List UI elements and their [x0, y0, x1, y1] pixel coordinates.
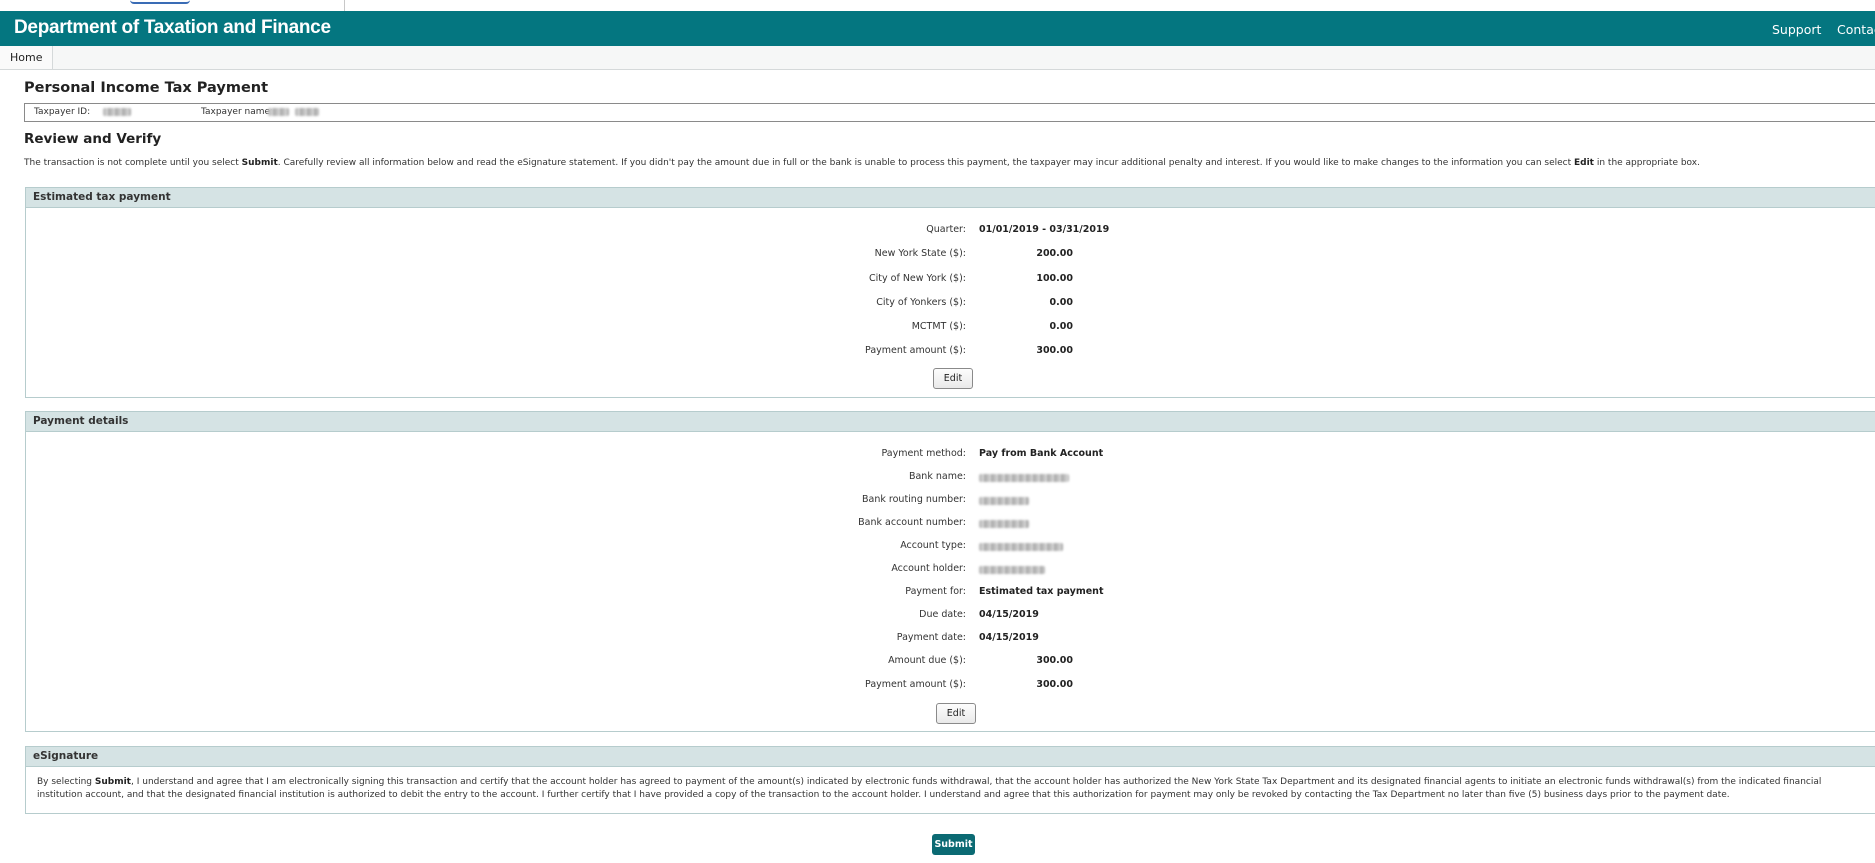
- esignature-panel: eSignature By selecting Submit, I unders…: [25, 746, 1875, 814]
- payment-method-row: Payment method: Pay from Bank Account: [26, 448, 1875, 462]
- bank-name-label: Bank name:: [908, 471, 966, 482]
- nyc-label: City of New York ($):: [869, 273, 966, 284]
- routing-label: Bank routing number:: [862, 494, 966, 505]
- amount-due-row: Amount due ($): 300.00: [26, 655, 1875, 669]
- account-number-row: Bank account number:: [26, 517, 1875, 531]
- payment-for-label: Payment for:: [905, 586, 966, 597]
- yonkers-label: City of Yonkers ($):: [876, 297, 966, 308]
- review-text-edit: Edit: [1574, 158, 1594, 168]
- account-holder-redacted: [979, 566, 1045, 574]
- bank-name-row: Bank name:: [26, 471, 1875, 485]
- esignature-statement: By selecting Submit, I understand and ag…: [26, 767, 1875, 802]
- strip-divider: [344, 0, 345, 11]
- payment-date-label: Payment date:: [896, 632, 966, 643]
- site-header: Department of Taxation and Finance Suppo…: [0, 11, 1875, 46]
- account-number-label: Bank account number:: [858, 517, 966, 528]
- due-date-value: 04/15/2019: [979, 609, 1039, 620]
- estimated-tax-header: Estimated tax payment: [26, 188, 1875, 208]
- estimated-amount-row: Payment amount ($): 300.00: [26, 345, 1875, 359]
- payment-amount-row: Payment amount ($): 300.00: [26, 679, 1875, 693]
- quarter-value: 01/01/2019 - 03/31/2019: [979, 224, 1110, 235]
- nys-row: New York State ($): 200.00: [26, 248, 1875, 262]
- yonkers-value: 0.00: [1049, 297, 1073, 308]
- payment-details-panel: Payment details Payment method: Pay from…: [25, 411, 1875, 732]
- payment-for-value: Estimated tax payment: [979, 586, 1104, 597]
- review-verify-heading: Review and Verify: [24, 131, 162, 147]
- bank-name-redacted: [979, 474, 1069, 482]
- due-date-row: Due date: 04/15/2019: [26, 609, 1875, 623]
- review-text-part3: in the appropriate box.: [1593, 158, 1700, 168]
- payment-date-row: Payment date: 04/15/2019: [26, 632, 1875, 646]
- review-text-submit: Submit: [241, 158, 278, 168]
- estimated-amount-label: Payment amount ($):: [865, 345, 966, 356]
- payment-method-value: Pay from Bank Account: [979, 448, 1104, 459]
- estimated-tax-panel: Estimated tax payment Quarter: 01/01/201…: [25, 187, 1875, 398]
- routing-row: Bank routing number:: [26, 494, 1875, 508]
- review-text-part1: The transaction is not complete until yo…: [24, 158, 242, 168]
- amount-due-label: Amount due ($):: [888, 655, 966, 666]
- quarter-label: Quarter:: [926, 224, 966, 235]
- taxpayer-id-redacted: [103, 108, 131, 116]
- submit-button[interactable]: Submit: [932, 834, 975, 855]
- payment-details-header: Payment details: [26, 412, 1875, 432]
- account-type-row: Account type:: [26, 540, 1875, 554]
- edit-estimated-button[interactable]: Edit: [933, 368, 973, 389]
- site-title: Department of Taxation and Finance: [14, 17, 331, 38]
- taxpayer-info-bar: Taxpayer ID: Taxpayer name:: [24, 103, 1875, 122]
- mctmt-value: 0.00: [1049, 321, 1073, 332]
- yonkers-row: City of Yonkers ($): 0.00: [26, 297, 1875, 311]
- nys-value: 200.00: [1036, 248, 1073, 259]
- taxpayer-last-name-redacted: [295, 108, 319, 116]
- payment-amount-label: Payment amount ($):: [865, 679, 966, 690]
- amount-due-value: 300.00: [1036, 655, 1073, 666]
- logo-fragment: [130, 0, 190, 4]
- account-holder-row: Account holder:: [26, 563, 1875, 577]
- nyc-value: 100.00: [1036, 273, 1073, 284]
- mctmt-label: MCTMT ($):: [911, 321, 966, 332]
- account-holder-label: Account holder:: [891, 563, 966, 574]
- due-date-label: Due date:: [919, 609, 966, 620]
- estimated-amount-value: 300.00: [1036, 345, 1073, 356]
- breadcrumb-home[interactable]: Home: [0, 46, 54, 69]
- breadcrumb: Home: [0, 46, 1875, 70]
- top-strip: [0, 0, 1875, 11]
- nys-label: New York State ($):: [874, 248, 966, 259]
- esig-text-part2: , I understand and agree that I am elect…: [37, 777, 1822, 800]
- nyc-row: City of New York ($): 100.00: [26, 273, 1875, 287]
- taxpayer-first-name-redacted: [268, 108, 289, 116]
- payment-amount-value: 300.00: [1036, 679, 1073, 690]
- taxpayer-name-label: Taxpayer name:: [201, 107, 274, 117]
- esignature-header: eSignature: [26, 747, 1875, 767]
- nav-contact-link[interactable]: Contac: [1837, 22, 1875, 37]
- account-type-redacted: [979, 543, 1063, 551]
- page-title: Personal Income Tax Payment: [24, 80, 269, 96]
- payment-for-row: Payment for: Estimated tax payment: [26, 586, 1875, 600]
- review-instructions: The transaction is not complete until yo…: [24, 158, 1700, 168]
- esig-text-part1: By selecting: [37, 777, 95, 787]
- account-number-redacted: [979, 520, 1029, 528]
- mctmt-row: MCTMT ($): 0.00: [26, 321, 1875, 335]
- review-text-part2: . Carefully review all information below…: [277, 158, 1574, 168]
- taxpayer-id-label: Taxpayer ID:: [34, 107, 91, 117]
- payment-method-label: Payment method:: [881, 448, 967, 459]
- routing-redacted: [979, 497, 1029, 505]
- nav-support-link[interactable]: Support: [1772, 22, 1821, 37]
- esig-text-submit: Submit: [94, 777, 131, 787]
- quarter-row: Quarter: 01/01/2019 - 03/31/2019: [26, 224, 1875, 238]
- edit-payment-button[interactable]: Edit: [936, 703, 976, 724]
- account-type-label: Account type:: [900, 540, 966, 551]
- payment-date-value: 04/15/2019: [979, 632, 1039, 643]
